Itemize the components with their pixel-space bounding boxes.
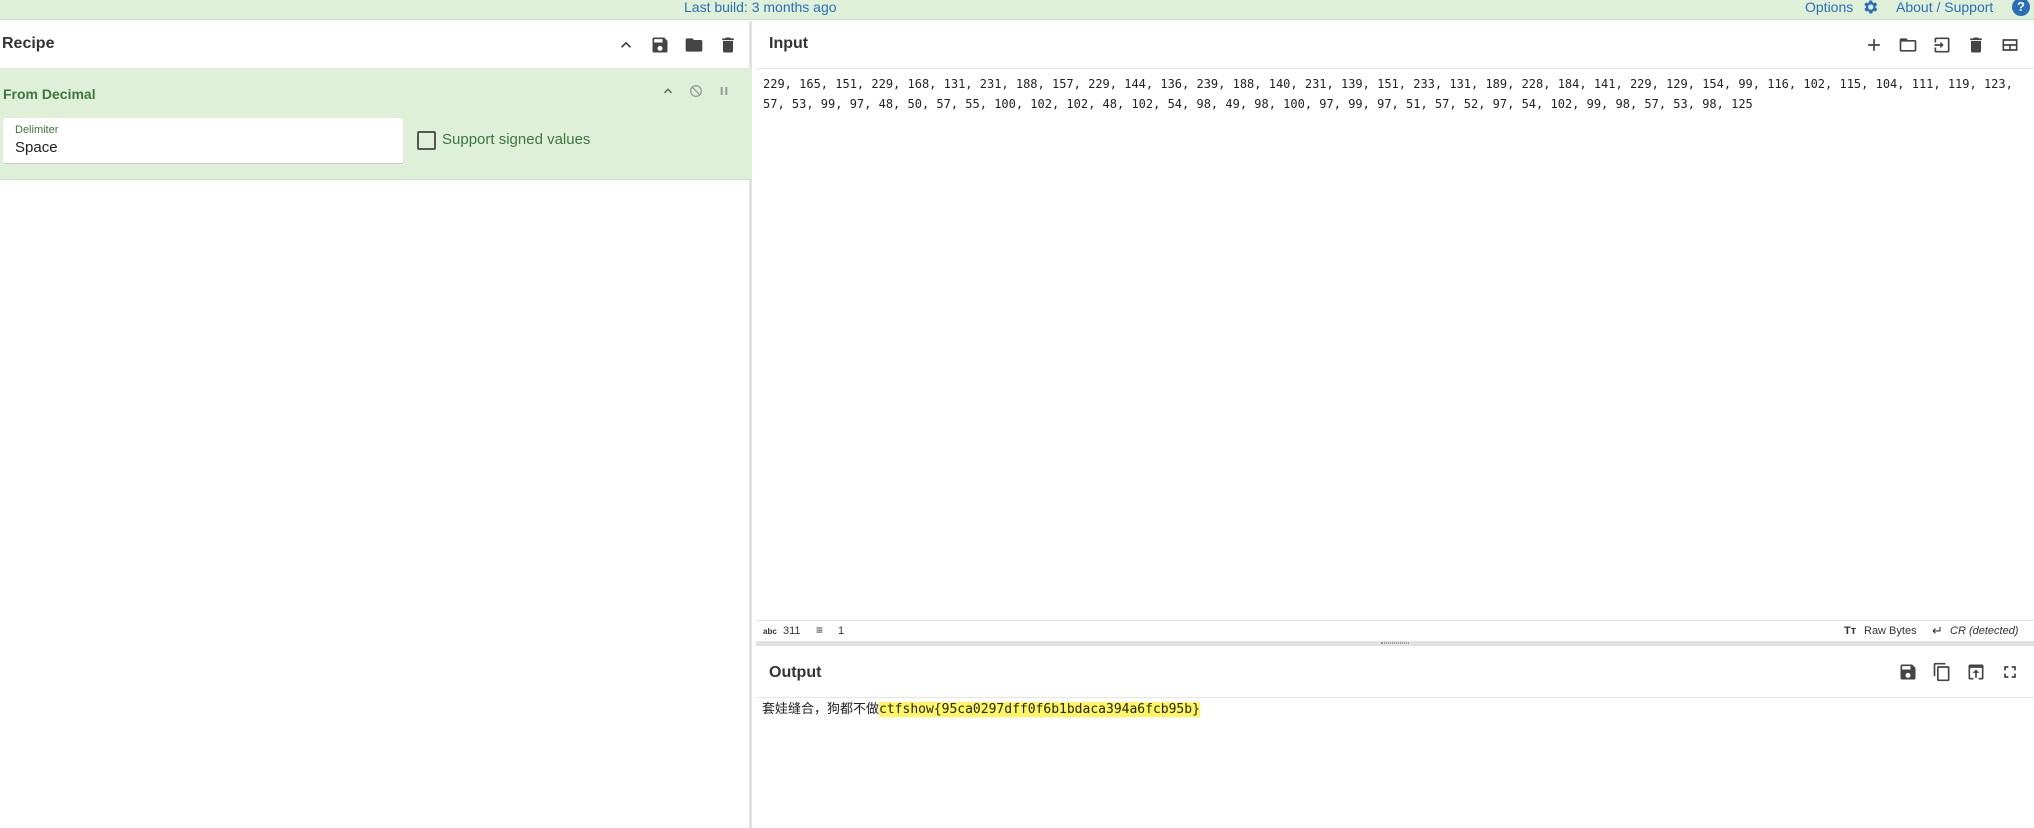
operation-name: From Decimal <box>3 86 96 102</box>
support-signed-checkbox[interactable] <box>417 131 436 150</box>
pause-icon[interactable] <box>714 81 734 101</box>
delimiter-value[interactable]: Space <box>15 139 58 156</box>
support-signed-label[interactable]: Support signed values <box>442 131 590 148</box>
lines-icon: ≡ <box>816 623 824 637</box>
move-to-input-icon[interactable] <box>1965 661 1987 683</box>
operation-from-decimal[interactable]: From Decimal Delimiter Space Support sig… <box>0 69 752 180</box>
eol-icon[interactable]: ↵ <box>1932 623 1943 639</box>
help-icon[interactable]: ? <box>2012 0 2030 16</box>
recipe-pane: Recipe From Decimal Delimiter Space Supp… <box>0 21 752 828</box>
input-textarea[interactable]: 229, 165, 151, 229, 168, 131, 231, 188, … <box>763 74 2025 114</box>
collapse-all-icon[interactable] <box>615 34 637 56</box>
delimiter-field[interactable]: Delimiter Space <box>3 118 403 164</box>
disable-icon[interactable] <box>686 81 706 101</box>
copy-output-icon[interactable] <box>1931 661 1953 683</box>
output-header: Output <box>756 646 2034 698</box>
reset-layout-icon[interactable] <box>1999 34 2021 56</box>
clear-recipe-trash-icon[interactable] <box>717 34 739 56</box>
about-support-link[interactable]: About / Support <box>1896 0 1993 14</box>
raw-bytes-label[interactable]: Raw Bytes <box>1864 625 1917 637</box>
options-link[interactable]: Options <box>1805 0 1853 14</box>
eol-label[interactable]: CR (detected) <box>1950 625 2018 637</box>
chars-count: 311 <box>783 625 801 637</box>
output-decoded-text: 套娃缝合，狗都不做 <box>762 702 880 717</box>
input-title: Input <box>769 35 809 52</box>
gear-icon[interactable] <box>1861 0 1879 16</box>
input-status-bar: abc 311 ≡ 1 Tт Raw Bytes ↵ CR (detected) <box>756 620 2034 640</box>
text-format-icon[interactable]: Tт <box>1844 625 1856 637</box>
resize-grip-icon[interactable] <box>1381 642 1409 644</box>
input-header: Input <box>756 21 2034 69</box>
top-banner: Last build: 3 months ago Options About /… <box>0 0 2034 20</box>
input-pane: Input 229, 165, 151, 229, 168, 131, 231,… <box>756 21 2034 646</box>
maximize-output-icon[interactable] <box>1999 661 2021 683</box>
load-recipe-folder-icon[interactable] <box>683 34 705 56</box>
output-text[interactable]: 套娃缝合，狗都不做ctfshow{95ca0297dff0f6b1bdaca39… <box>762 701 1200 719</box>
lines-count: 1 <box>838 625 845 637</box>
output-pane: Output 套娃缝合，狗都不做ctfshow{95ca0297dff0f6b1… <box>756 646 2034 828</box>
output-title: Output <box>769 664 822 681</box>
recipe-header: Recipe <box>0 21 752 69</box>
last-build-text[interactable]: Last build: 3 months ago <box>684 0 837 14</box>
delimiter-label: Delimiter <box>15 124 59 136</box>
chars-icon: abc <box>763 627 777 636</box>
chevron-up-icon[interactable] <box>658 81 678 101</box>
open-folder-icon[interactable] <box>1897 34 1919 56</box>
open-file-icon[interactable] <box>1931 34 1953 56</box>
output-flag-highlight: ctfshow{95ca0297dff0f6b1bdaca394a6fcb95b… <box>879 702 1200 717</box>
recipe-title: Recipe <box>2 35 55 52</box>
add-input-icon[interactable] <box>1863 34 1885 56</box>
clear-input-trash-icon[interactable] <box>1965 34 1987 56</box>
save-recipe-icon[interactable] <box>649 34 671 56</box>
save-output-icon[interactable] <box>1897 661 1919 683</box>
